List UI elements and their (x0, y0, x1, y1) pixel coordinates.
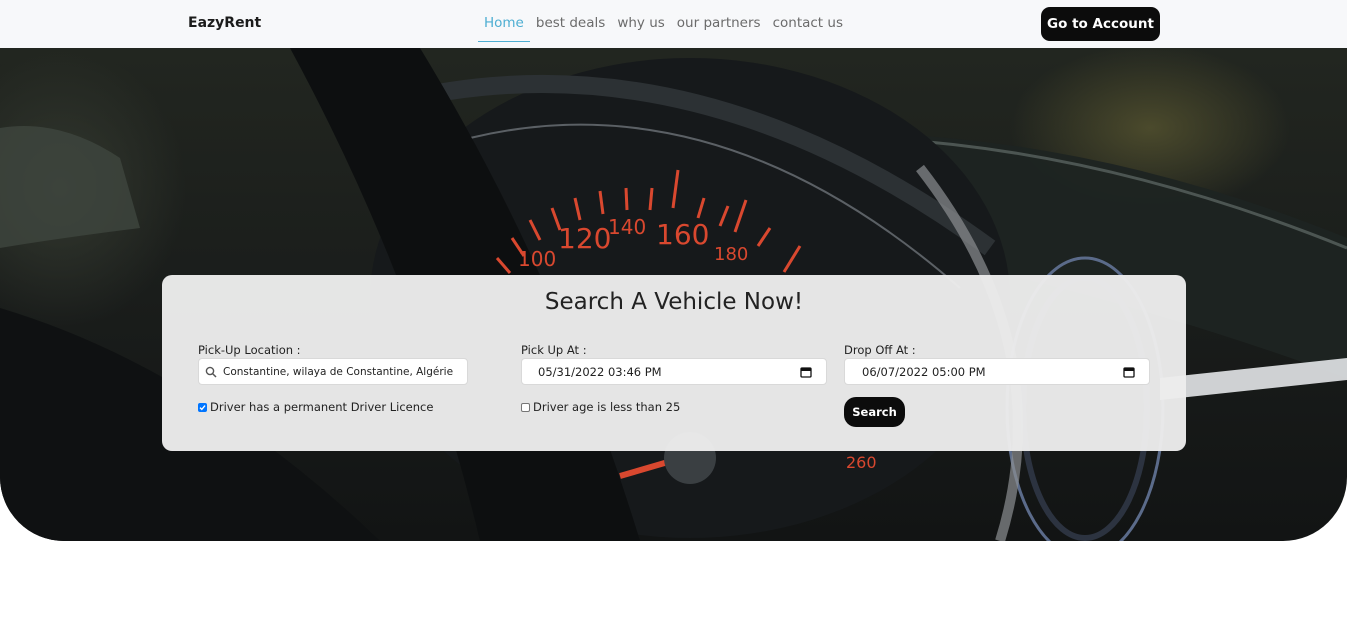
gauge-label-100: 100 (518, 247, 556, 271)
gauge-label-260: 260 (846, 453, 877, 472)
pickup-location-input[interactable]: Constantine, wilaya de Constantine, Algé… (198, 358, 468, 385)
dropoff-at-label: Drop Off At : (844, 343, 916, 357)
nav-link-why-us[interactable]: why us (611, 0, 670, 42)
search-card-title: Search A Vehicle Now! (544, 289, 804, 315)
licence-checkbox-row[interactable]: Driver has a permanent Driver Licence (198, 400, 433, 414)
pickup-datetime-input[interactable]: 05/31/2022 03:46 PM (521, 358, 827, 385)
go-to-account-button[interactable]: Go to Account (1041, 7, 1160, 41)
navbar: EazyRent Home best deals why us our part… (0, 0, 1347, 48)
nav-link-contact-us[interactable]: contact us (767, 0, 849, 42)
age-checkbox-row[interactable]: Driver age is less than 25 (521, 400, 680, 414)
dropoff-datetime-value: 06/07/2022 05:00 PM (862, 364, 986, 379)
pickup-location-value: Constantine, wilaya de Constantine, Algé… (223, 365, 454, 378)
gauge-label-180: 180 (714, 244, 748, 265)
nav-link-best-deals[interactable]: best deals (530, 0, 611, 42)
search-button[interactable]: Search (844, 397, 905, 427)
search-icon (205, 366, 223, 378)
age-checkbox[interactable] (521, 402, 530, 412)
nav-links: Home best deals why us our partners cont… (478, 0, 849, 48)
gauge-label-120: 120 (558, 222, 611, 255)
nav-link-our-partners[interactable]: our partners (671, 0, 767, 42)
gauge-label-160: 160 (656, 218, 709, 251)
gauge-label-140: 140 (608, 215, 646, 239)
licence-checkbox[interactable] (198, 402, 207, 412)
nav-link-home[interactable]: Home (478, 0, 530, 42)
brand-logo[interactable]: EazyRent (188, 15, 261, 31)
search-card: Search A Vehicle Now! Pick-Up Location :… (162, 275, 1186, 451)
dropoff-datetime-input[interactable]: 06/07/2022 05:00 PM (844, 358, 1150, 385)
pickup-at-label: Pick Up At : (521, 343, 587, 357)
calendar-icon[interactable] (1123, 366, 1135, 378)
pickup-location-label: Pick-Up Location : (198, 343, 301, 357)
age-checkbox-label: Driver age is less than 25 (533, 400, 681, 414)
checkmark-icon (199, 404, 206, 410)
pickup-datetime-value: 05/31/2022 03:46 PM (538, 364, 662, 379)
calendar-icon[interactable] (800, 366, 812, 378)
licence-checkbox-label: Driver has a permanent Driver Licence (210, 400, 434, 414)
